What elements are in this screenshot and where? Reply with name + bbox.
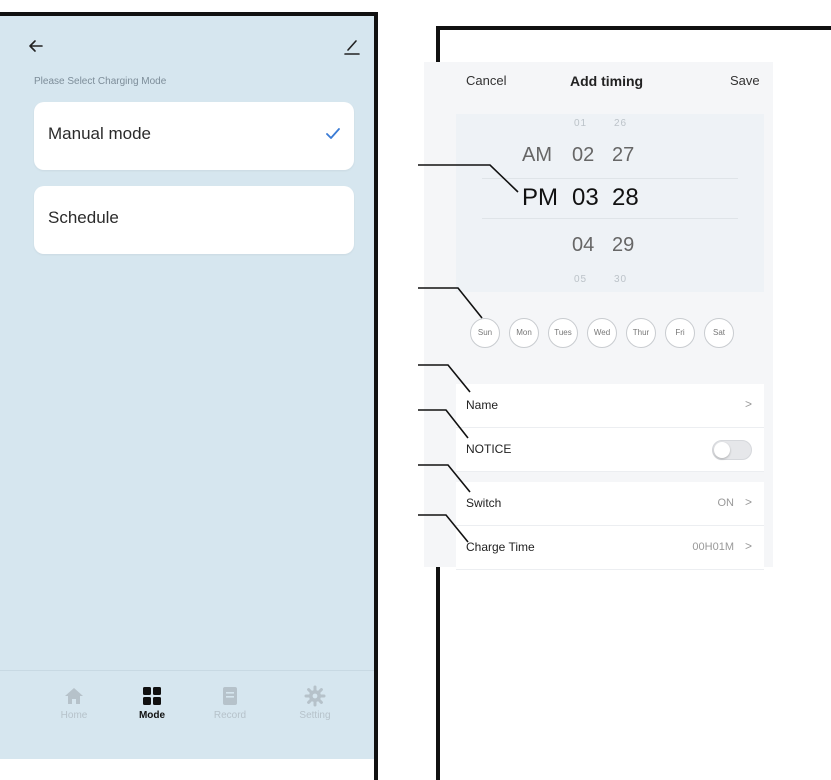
home-icon [65,688,83,704]
name-label: Name [466,398,499,412]
picker-hour-top: 01 [574,118,588,129]
gear-icon [304,685,326,707]
manual-mode-label: Manual mode [48,124,152,143]
chevron-right-icon: > [744,495,752,509]
notice-row: NOTICE [456,428,764,472]
picker-hour-above: 02 [572,144,595,166]
toggle-knob [714,442,730,458]
picker-hour-below: 04 [572,234,595,256]
picker-minute-above: 27 [612,144,635,166]
switch-label: Switch [466,496,502,510]
record-icon [223,687,237,705]
picker-selection-line-top [482,178,738,179]
name-row[interactable]: Name > [456,384,764,428]
schedule-option[interactable]: Schedule [34,186,354,254]
chevron-right-icon: > [744,397,752,411]
switch-value: ON [717,497,735,509]
check-icon [326,128,340,139]
switch-row[interactable]: Switch ON > [456,482,764,526]
add-timing-navbar: Cancel Add timing Save [424,62,773,114]
day-sat[interactable]: Sat [704,318,734,348]
picker-selection-line-bottom [482,218,738,219]
mode-screen-content: Please Select Charging Mode Manual mode … [0,16,374,759]
bottom-tab-bar: Home Mode Record Setting [0,670,374,759]
notice-toggle[interactable] [712,440,752,460]
tab-setting[interactable]: Setting [285,685,345,721]
charging-mode-caption: Please Select Charging Mode [34,76,167,87]
tab-mode[interactable]: Mode [122,685,182,721]
weekday-selector: Sun Mon Tues Wed Thur Fri Sat [456,318,764,354]
add-timing-screen: Cancel Add timing Save 01 26 AM 02 27 PM… [424,62,773,570]
day-tues[interactable]: Tues [548,318,578,348]
day-mon[interactable]: Mon [509,318,539,348]
page-title: Add timing [570,73,644,89]
day-sun[interactable]: Sun [470,318,500,348]
picker-minute-top: 26 [614,118,628,129]
tab-mode-label: Mode [138,710,166,721]
tab-record[interactable]: Record [200,685,260,721]
notice-label: NOTICE [466,442,512,456]
save-button[interactable]: Save [730,73,760,88]
charge-time-label: Charge Time [466,540,535,554]
picker-ampm-above: AM [522,144,552,166]
picker-minute-below: 29 [612,234,635,256]
day-fri[interactable]: Fri [665,318,695,348]
mode-screen: Please Select Charging Mode Manual mode … [0,12,378,780]
tab-setting-label: Setting [299,710,331,721]
charge-time-value: 00H01M [692,541,734,553]
grid-icon [143,687,161,705]
tab-home-label: Home [60,710,88,721]
day-thur[interactable]: Thur [626,318,656,348]
picker-ampm-selected: PM [522,184,558,211]
picker-minute-bottom: 30 [614,274,628,285]
chevron-right-icon: > [744,539,752,553]
picker-hour-selected: 03 [572,184,599,211]
edit-icon[interactable] [342,38,362,56]
charge-time-row[interactable]: Charge Time 00H01M > [456,526,764,570]
time-picker[interactable]: 01 26 AM 02 27 PM 03 28 04 29 05 30 [456,114,764,292]
picker-hour-bottom: 05 [574,274,588,285]
cancel-button[interactable]: Cancel [466,73,506,88]
schedule-label: Schedule [48,208,119,227]
picker-minute-selected: 28 [612,184,639,211]
day-wed[interactable]: Wed [587,318,617,348]
tab-home[interactable]: Home [44,685,104,721]
manual-mode-option[interactable]: Manual mode [34,102,354,170]
tab-record-label: Record [213,710,247,721]
back-arrow-icon[interactable] [28,38,44,54]
